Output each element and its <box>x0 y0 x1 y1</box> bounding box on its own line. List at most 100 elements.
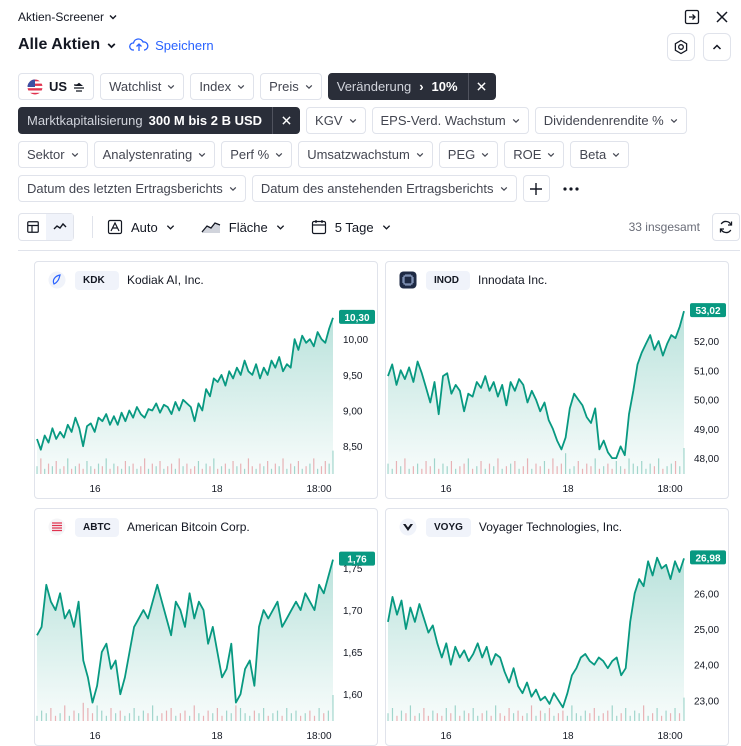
save-label: Speichern <box>155 37 214 53</box>
last-price-label: 1,76 <box>347 555 367 566</box>
filter-analyst-rating[interactable]: Analystenrating <box>93 141 216 168</box>
more-filters-button[interactable] <box>555 175 586 202</box>
greater-than-icon: › <box>419 79 424 94</box>
filter-market-cap[interactable]: Marktkapitalisierung 300 M bis 2 B USD <box>18 107 301 134</box>
filter-change-value: 10% <box>431 79 458 94</box>
chevron-down-icon <box>382 224 390 230</box>
y-tick-label: 25,00 <box>694 625 719 636</box>
filter-change-label: Veränderung <box>336 79 412 94</box>
close-icon <box>281 116 291 125</box>
filter-revenue-growth-label: Umsatzwachstum <box>307 147 410 162</box>
scale-icon <box>107 219 123 235</box>
us-flag-icon <box>27 79 43 94</box>
filter-market-cap-value: 300 M bis 2 B USD <box>148 113 263 128</box>
filter-analyst-rating-label: Analystenrating <box>102 147 193 162</box>
gear-icon <box>674 39 688 55</box>
filter-dividend-yield[interactable]: Dividendenrendite % <box>534 107 687 134</box>
last-price-label: 10,30 <box>344 313 369 324</box>
settings-button[interactable] <box>667 33 695 61</box>
save-button[interactable]: Speichern <box>129 37 214 53</box>
chart-view-button[interactable] <box>46 214 73 240</box>
filter-bar: US Watchlist Index Preis Veränderung › 1… <box>18 73 738 202</box>
close-icon[interactable] <box>713 8 731 26</box>
last-price-label: 26,98 <box>695 553 720 564</box>
refresh-icon <box>719 220 733 234</box>
filter-revenue-growth[interactable]: Umsatzwachstum <box>298 141 433 168</box>
toolbar-divider <box>92 216 93 238</box>
y-tick-label: 52,00 <box>694 337 719 348</box>
x-tick-label: 18 <box>211 484 223 495</box>
chevron-down-icon <box>107 42 116 48</box>
y-tick-label: 1,60 <box>343 690 363 701</box>
filter-watchlist[interactable]: Watchlist <box>100 73 185 100</box>
popout-icon[interactable] <box>683 8 701 26</box>
filter-sector-label: Sektor <box>27 147 65 162</box>
add-filter-button[interactable] <box>522 175 550 202</box>
stock-card-inod[interactable]: INOD Innodata Inc. 52,00 51,00 50,00 49,00 4… <box>385 261 729 499</box>
chevron-down-icon <box>482 152 489 157</box>
filter-pe[interactable]: KGV <box>306 107 366 134</box>
price-chart: 26,00 25,00 24,00 23,00 26,98 16 18 18:00 <box>387 550 726 742</box>
screener-name-dropdown[interactable]: Alle Aktien <box>18 36 117 54</box>
filter-price[interactable]: Preis <box>260 73 322 100</box>
filter-price-label: Preis <box>269 79 299 94</box>
window-title-dropdown[interactable]: Aktien-Screener <box>18 10 118 24</box>
y-tick-label: 1,75 <box>343 564 363 575</box>
filter-last-earnings[interactable]: Datum des letzten Ertragsberichts <box>18 175 246 202</box>
remove-filter-market-cap-button[interactable] <box>272 107 299 134</box>
chevron-down-icon <box>229 186 237 191</box>
divider <box>18 250 740 251</box>
x-tick-label: 16 <box>89 484 101 495</box>
last-price-label: 53,02 <box>695 306 720 317</box>
calendar-icon <box>311 220 326 235</box>
filter-sector[interactable]: Sektor <box>18 141 88 168</box>
table-view-button[interactable] <box>19 214 46 240</box>
filter-next-earnings[interactable]: Datum des anstehenden Ertragsberichts <box>251 175 517 202</box>
cloud-upload-icon <box>129 38 149 51</box>
area-chart-icon <box>201 222 220 233</box>
filter-change[interactable]: Veränderung › 10% <box>327 73 496 100</box>
y-tick-label: 9,00 <box>343 407 363 418</box>
more-dots-icon <box>562 186 579 191</box>
chart-style-label: Fläche <box>228 219 268 235</box>
line-chart-icon <box>53 222 66 230</box>
x-tick-label: 18 <box>211 731 223 742</box>
x-tick-label: 18:00 <box>657 484 682 495</box>
chevron-down-icon <box>198 152 206 157</box>
period-dropdown[interactable]: 5 Tage <box>311 219 391 235</box>
filter-perf-label: Perf % <box>230 147 270 162</box>
filter-dividend-yield-label: Dividendenrendite % <box>543 113 664 128</box>
y-tick-label: 9,50 <box>343 371 363 382</box>
chevron-down-icon <box>166 224 174 230</box>
period-label: 5 Tage <box>334 219 374 235</box>
view-toggle <box>18 213 74 241</box>
chart-style-dropdown[interactable]: Fläche <box>201 220 285 235</box>
stock-card-kdk[interactable]: KDK Kodiak AI, Inc. 10,00 9,50 9,00 8,50 10,… <box>34 261 378 499</box>
x-tick-label: 18 <box>562 731 574 742</box>
filter-beta[interactable]: Beta <box>570 141 630 168</box>
filter-roe[interactable]: ROE <box>504 141 565 168</box>
filter-lines-icon <box>74 82 85 92</box>
price-chart: 1,75 1,70 1,65 1,60 1,76 16 18 18:00 <box>36 551 375 742</box>
y-tick-label: 51,00 <box>694 366 719 377</box>
chevron-down-icon <box>512 118 519 123</box>
scale-dropdown[interactable]: Auto <box>107 219 175 235</box>
stock-card-voyg[interactable]: VOYG Voyager Technologies, Inc. 26,00 25,… <box>385 508 729 746</box>
price-area <box>37 317 333 474</box>
close-icon <box>477 82 486 91</box>
filter-peg[interactable]: PEG <box>438 141 499 168</box>
x-tick-label: 18:00 <box>306 484 331 495</box>
chevron-up-icon <box>712 44 722 50</box>
filter-index[interactable]: Index <box>190 73 255 100</box>
chevron-down-icon <box>500 186 507 191</box>
chevron-down-icon <box>276 224 284 230</box>
filter-perf[interactable]: Perf % <box>221 141 293 168</box>
stock-card-abtc[interactable]: ABTC American Bitcoin Corp. 1,75 1,70 1,65… <box>34 508 378 746</box>
refresh-button[interactable] <box>712 213 740 241</box>
remove-filter-change-button[interactable] <box>467 73 495 100</box>
chevron-down-icon <box>168 84 175 89</box>
y-tick-label: 24,00 <box>694 661 719 672</box>
filter-market[interactable]: US <box>18 73 95 100</box>
filter-eps-growth[interactable]: EPS-Verd. Wachstum <box>371 107 529 134</box>
collapse-button[interactable] <box>703 33 731 61</box>
